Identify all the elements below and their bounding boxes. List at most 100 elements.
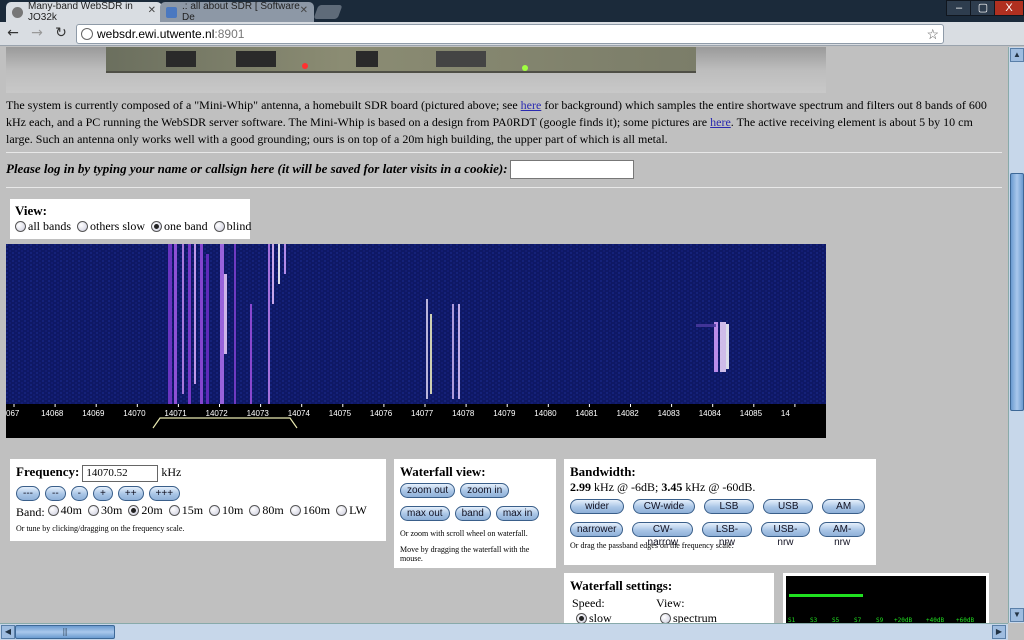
scrollbar-corner	[1008, 623, 1024, 640]
scale-label[interactable]: 14072	[206, 409, 229, 418]
waterfall-display[interactable]: 067 14068 14069 14070 14071 14072 14073 14074 14…	[6, 244, 826, 438]
band-button[interactable]: band	[454, 506, 491, 521]
band-radio-80m[interactable]: 80m	[249, 503, 284, 518]
view-radio-one-band[interactable]: one band	[151, 219, 208, 234]
band-radio-30m[interactable]: 30m	[88, 503, 122, 518]
vertical-scroll-thumb[interactable]	[1010, 173, 1024, 411]
signal-trace	[284, 244, 286, 274]
scroll-down-arrow-icon[interactable]: ▼	[1010, 608, 1024, 622]
bookmark-star-icon[interactable]: ☆	[926, 25, 939, 43]
scale-label[interactable]: 14076	[370, 409, 393, 418]
vertical-scrollbar[interactable]: ▲ ▼	[1008, 47, 1024, 623]
view-radio-blind[interactable]: blind	[213, 219, 251, 234]
globe-icon	[81, 28, 93, 40]
usb-nrw-button[interactable]: USB-nrw	[760, 522, 811, 548]
am-button[interactable]: AM	[822, 499, 865, 514]
tab-close-icon[interactable]: ✕	[148, 5, 156, 16]
band-radio-15m[interactable]: 15m	[168, 503, 203, 518]
tab-title: .: all about SDR [ Software De	[182, 1, 300, 23]
pictures-link[interactable]: here	[710, 115, 731, 129]
signal-trace	[278, 244, 280, 284]
frequency-input[interactable]: 14070.52	[82, 464, 159, 482]
cw-narrow-button[interactable]: CW-narrow	[632, 522, 694, 548]
lsb-button[interactable]: LSB	[703, 499, 755, 514]
tab-bar: Many-band WebSDR in JO32k ✕ .: all about…	[0, 0, 1024, 23]
page-content: The system is currently composed of a "M…	[0, 47, 1008, 623]
scroll-up-arrow-icon[interactable]: ▲	[1010, 48, 1024, 62]
am-nrw-button[interactable]: AM-nrw	[819, 522, 866, 548]
max-in-button[interactable]: max in	[495, 506, 540, 521]
scale-label[interactable]: 14078	[452, 409, 475, 418]
horizontal-scroll-thumb[interactable]: |||	[15, 625, 115, 639]
tab-websdr[interactable]: Many-band WebSDR in JO32k ✕	[6, 1, 162, 23]
callsign-input[interactable]	[510, 160, 634, 179]
url-port: :8901	[214, 27, 245, 41]
scale-label[interactable]: 14084	[699, 409, 722, 418]
minimize-button[interactable]: –	[946, 0, 972, 16]
scale-label[interactable]: 067	[6, 409, 20, 418]
scale-label[interactable]: 14070	[123, 409, 146, 418]
view-radio-spectrum[interactable]: spectrum	[660, 611, 717, 623]
scale-label[interactable]: 14074	[288, 409, 311, 418]
scale-label[interactable]: 14	[781, 409, 790, 418]
max-out-button[interactable]: max out	[400, 506, 450, 521]
step-up-3-button[interactable]: +++	[148, 485, 181, 501]
step-up-2-button[interactable]: ++	[117, 485, 144, 501]
scroll-left-arrow-icon[interactable]: ◀	[1, 625, 15, 639]
speed-radio-slow[interactable]: slow	[576, 611, 612, 623]
scale-label[interactable]: 14079	[493, 409, 516, 418]
usb-button[interactable]: USB	[763, 499, 814, 514]
step-down-2-button[interactable]: --	[45, 485, 66, 501]
radio-icon	[77, 221, 88, 232]
scale-label[interactable]: 14068	[41, 409, 64, 418]
scale-label[interactable]: 14085	[740, 409, 763, 418]
signal-trace	[168, 244, 172, 404]
signal-trace	[224, 274, 227, 354]
forward-arrow-icon[interactable]: →	[28, 25, 46, 43]
s-meter-level-bar	[789, 594, 863, 597]
tune-note: Or tune by clicking/dragging on the freq…	[16, 523, 185, 533]
band-radio-160m[interactable]: 160m	[289, 503, 330, 518]
close-window-button[interactable]: X	[994, 0, 1024, 16]
scroll-right-arrow-icon[interactable]: ▶	[992, 625, 1006, 639]
scale-label[interactable]: 14080	[534, 409, 557, 418]
waterfall-view-panel: Waterfall view: zoom out zoom in max out b…	[394, 459, 556, 568]
band-radio-lw[interactable]: LW	[336, 503, 367, 518]
lsb-nrw-button[interactable]: LSB-nrw	[702, 522, 752, 548]
zoom-in-button[interactable]: zoom in	[460, 483, 510, 498]
scale-label[interactable]: 14073	[247, 409, 270, 418]
scale-label[interactable]: 14082	[617, 409, 640, 418]
address-bar[interactable]: websdr.ewi.utwente.nl:8901 ☆	[76, 24, 944, 44]
wider-button[interactable]: wider	[570, 499, 625, 514]
step-down-3-button[interactable]: ---	[16, 485, 40, 501]
scale-label[interactable]: 14083	[658, 409, 681, 418]
horizontal-scrollbar[interactable]: ◀ ||| ▶	[0, 623, 1008, 640]
new-tab-button[interactable]	[313, 5, 343, 19]
waterfall-view-title: Waterfall view:	[400, 464, 486, 479]
view-radio-all-bands[interactable]: all bands	[15, 219, 71, 234]
waterfall-settings-panel: Waterfall settings: Speed: slow View: sp…	[564, 573, 774, 623]
step-down-1-button[interactable]: -	[70, 485, 89, 501]
tab-close-icon[interactable]: ✕	[300, 5, 308, 16]
view-radio-others-slow[interactable]: others slow	[77, 219, 145, 234]
band-radio-40m[interactable]: 40m	[47, 503, 82, 518]
back-arrow-icon[interactable]: ←	[4, 25, 22, 43]
scale-label[interactable]: 14081	[575, 409, 598, 418]
view-panel: View: all bands others slow one band bli…	[10, 199, 251, 239]
zoom-out-button[interactable]: zoom out	[400, 483, 456, 498]
band-radio-10m[interactable]: 10m	[209, 503, 243, 518]
settings-view-label: View:	[656, 596, 685, 610]
scale-label[interactable]: 14077	[411, 409, 434, 418]
narrower-button[interactable]: narrower	[570, 522, 624, 537]
background-link[interactable]: here	[521, 98, 542, 112]
tab-sdr[interactable]: .: all about SDR [ Software De ✕	[160, 1, 314, 23]
scale-label[interactable]: 14071	[164, 409, 187, 418]
reload-icon[interactable]: ↻	[52, 25, 70, 43]
waterfall-canvas[interactable]: 067 14068 14069 14070 14071 14072 14073 14074 14…	[6, 244, 826, 438]
cw-wide-button[interactable]: CW-wide	[633, 499, 695, 514]
scale-label[interactable]: 14069	[82, 409, 105, 418]
maximize-button[interactable]: ▢	[970, 0, 996, 16]
band-radio-20m[interactable]: 20m	[128, 503, 163, 518]
scale-label[interactable]: 14075	[329, 409, 352, 418]
step-up-1-button[interactable]: +	[93, 485, 113, 501]
